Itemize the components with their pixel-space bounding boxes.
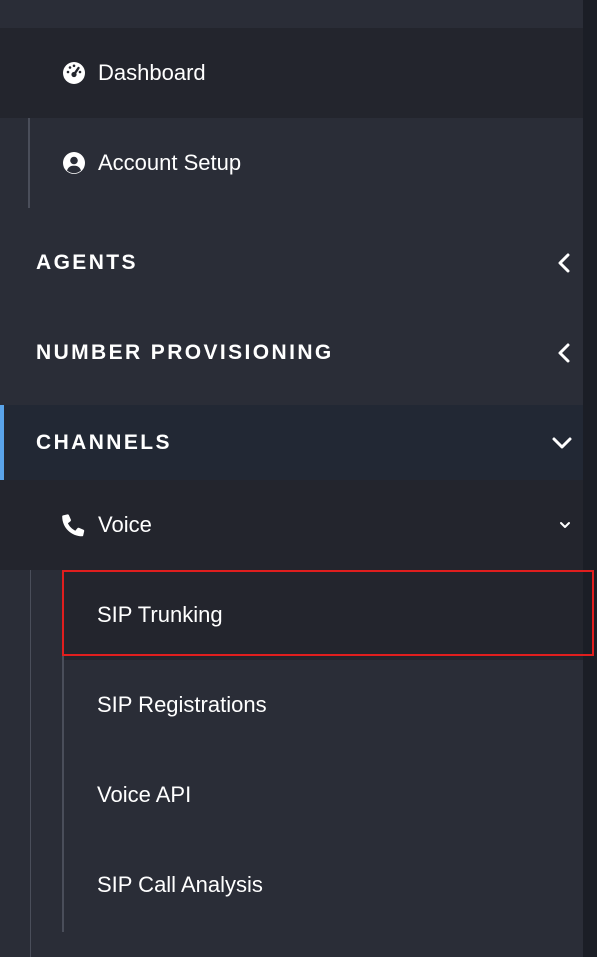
active-section-indicator <box>0 405 4 480</box>
section-agents[interactable]: AGENTS <box>0 218 583 308</box>
sidebar-item-label: Dashboard <box>98 60 206 85</box>
sidebar-item-label: Voice <box>98 512 152 537</box>
sidebar-item-label: SIP Call Analysis <box>97 872 263 897</box>
chevron-down-icon <box>557 518 573 532</box>
section-label: NUMBER PROVISIONING <box>36 341 334 364</box>
chevron-left-icon <box>555 252 573 274</box>
section-label: CHANNELS <box>36 430 172 454</box>
sidebar-item-sip-call-analysis[interactable]: SIP Call Analysis <box>64 840 583 930</box>
sidebar-item-label: Voice API <box>97 782 192 807</box>
sidebar-item-account-setup[interactable]: Account Setup <box>0 118 583 208</box>
user-circle-icon <box>62 151 86 175</box>
section-number-provisioning[interactable]: NUMBER PROVISIONING <box>0 308 583 398</box>
section-channels[interactable]: CHANNELS <box>0 405 583 480</box>
sidebar-item-label: Account Setup <box>98 150 242 175</box>
sidebar-item-sip-registrations[interactable]: SIP Registrations <box>64 660 583 750</box>
sidebar-item-voice[interactable]: Voice <box>0 480 583 570</box>
section-label: AGENTS <box>36 251 138 274</box>
sidebar-item-voice-api[interactable]: Voice API <box>64 750 583 840</box>
phone-icon <box>62 513 86 537</box>
sidebar-scrollbar-track <box>583 0 597 957</box>
gauge-icon <box>62 61 86 85</box>
chevron-down-icon <box>551 434 573 452</box>
chevron-left-icon <box>555 342 573 364</box>
sidebar-item-dashboard[interactable]: Dashboard <box>0 28 583 118</box>
highlight-box <box>62 570 594 656</box>
sidebar-item-label: SIP Registrations <box>97 692 267 717</box>
